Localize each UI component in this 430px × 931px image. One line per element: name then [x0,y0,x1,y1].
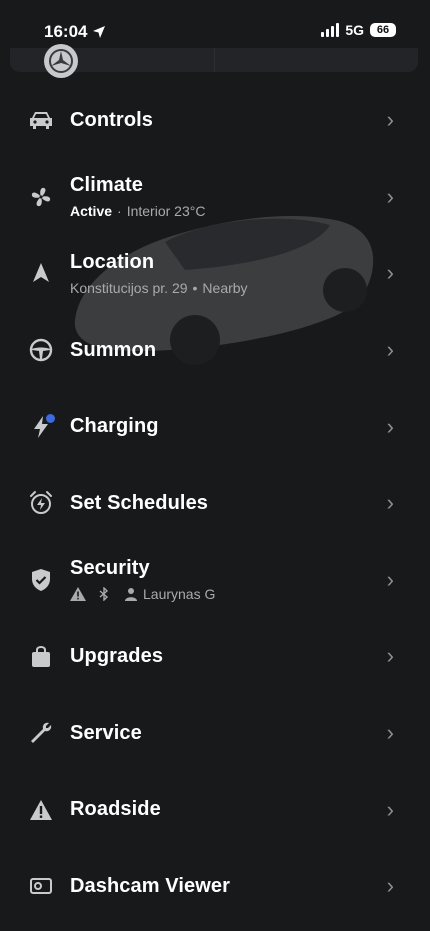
bluetooth-icon [99,587,109,602]
chevron-right-icon: › [386,413,394,439]
chevron-right-icon: › [386,643,394,669]
separator: • [192,279,198,296]
chevron-right-icon: › [386,183,394,209]
menu-item-text: Dashcam Viewer [70,875,230,898]
menu-item-roadside[interactable]: Roadside › [0,771,430,848]
climate-active-status: Active [70,203,113,220]
shopping-bag-icon [28,643,54,669]
interior-temperature: Interior 23°C [126,203,206,220]
network-type: 5G [345,22,364,38]
security-status: Laurynas G [70,586,215,602]
dashcam-icon [28,873,54,899]
notification-dot [46,413,55,423]
chevron-right-icon: › [386,566,394,592]
status-time: 16:04 [44,22,88,41]
menu-item-label: Charging [70,415,159,438]
battery-indicator: 66 [370,23,396,37]
warning-icon [70,587,86,602]
driver-profile-name: Laurynas G [143,586,216,603]
menu-item-text: Controls [70,109,153,132]
fan-icon [28,184,54,210]
menu-item-label: Dashcam Viewer [70,874,231,897]
wrench-icon [28,720,54,746]
warning-triangle-icon [28,797,54,823]
menu-item-controls[interactable]: Controls › [0,82,430,159]
menu-item-text: Charging [70,415,159,438]
climate-status: Active · Interior 23°C [70,203,205,219]
navigation-arrow-icon [28,260,54,286]
menu-item-text: Summon [70,339,156,362]
separator: · [117,203,122,220]
menu-item-text: Set Schedules [70,492,208,515]
chevron-right-icon: › [386,260,394,286]
menu-item-label: Roadside [70,798,161,821]
chevron-right-icon: › [386,796,394,822]
location-services-icon [93,26,106,38]
menu-item-text: Location Konstitucijos pr. 29 • Nearby [70,251,248,296]
shield-icon [28,567,54,593]
menu-item-summon[interactable]: Summon › [0,312,430,389]
menu-item-label: Upgrades [70,644,164,667]
status-right: 5G 66 [321,22,396,38]
menu-item-text: Upgrades [70,645,163,668]
vehicle-address: Konstitucijos pr. 29 [70,279,188,296]
chevron-right-icon: › [386,873,394,899]
location-status: Konstitucijos pr. 29 • Nearby [70,280,248,296]
vehicle-menu-list: Controls › Climate Active · Interior 23°… [0,82,430,925]
chevron-right-icon: › [386,107,394,133]
menu-item-upgrades[interactable]: Upgrades › [0,618,430,695]
menu-item-set-schedules[interactable]: Set Schedules › [0,465,430,542]
proximity-status: Nearby [202,279,248,296]
menu-item-service[interactable]: Service › [0,695,430,772]
menu-item-text: Climate Active · Interior 23°C [70,174,205,219]
menu-item-text: Service [70,722,142,745]
cellular-signal-icon [321,23,340,37]
menu-item-text: Roadside [70,798,161,821]
chevron-right-icon: › [386,490,394,516]
top-panel-left [10,48,215,72]
menu-item-label: Summon [70,338,157,361]
menu-item-label: Location [70,250,155,273]
menu-item-security[interactable]: Security Laurynas G › [0,542,430,619]
menu-item-label: Service [70,721,142,744]
menu-item-text: Security Laurynas G [70,557,215,602]
lightning-icon [28,413,55,440]
menu-item-label: Controls [70,108,154,131]
chevron-right-icon: › [386,720,394,746]
menu-item-label: Climate [70,174,143,197]
menu-item-label: Set Schedules [70,491,209,514]
alarm-clock-icon [28,490,54,516]
car-icon [28,107,54,133]
top-panel-right [215,48,419,72]
steering-wheel-icon [28,337,54,363]
menu-item-climate[interactable]: Climate Active · Interior 23°C › [0,159,430,236]
brand-logo-icon [44,44,78,78]
status-left: 16:04 [44,22,106,42]
menu-item-location[interactable]: Location Konstitucijos pr. 29 • Nearby › [0,235,430,312]
menu-item-dashcam-viewer[interactable]: Dashcam Viewer › [0,848,430,925]
menu-item-charging[interactable]: Charging › [0,388,430,465]
menu-item-label: Security [70,557,150,580]
user-icon [125,588,137,602]
chevron-right-icon: › [386,337,394,363]
